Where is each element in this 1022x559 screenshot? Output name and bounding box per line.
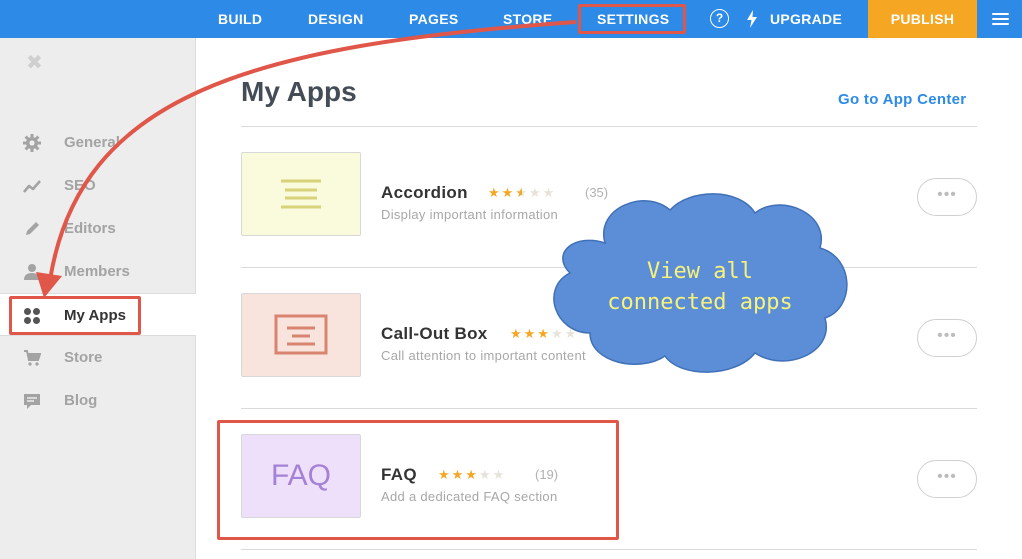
arrow-annotation: [36, 20, 577, 298]
callout-text: View all connected apps: [590, 256, 810, 318]
callout-line-1: View all: [647, 259, 753, 284]
callout-line-2: connected apps: [607, 290, 793, 315]
